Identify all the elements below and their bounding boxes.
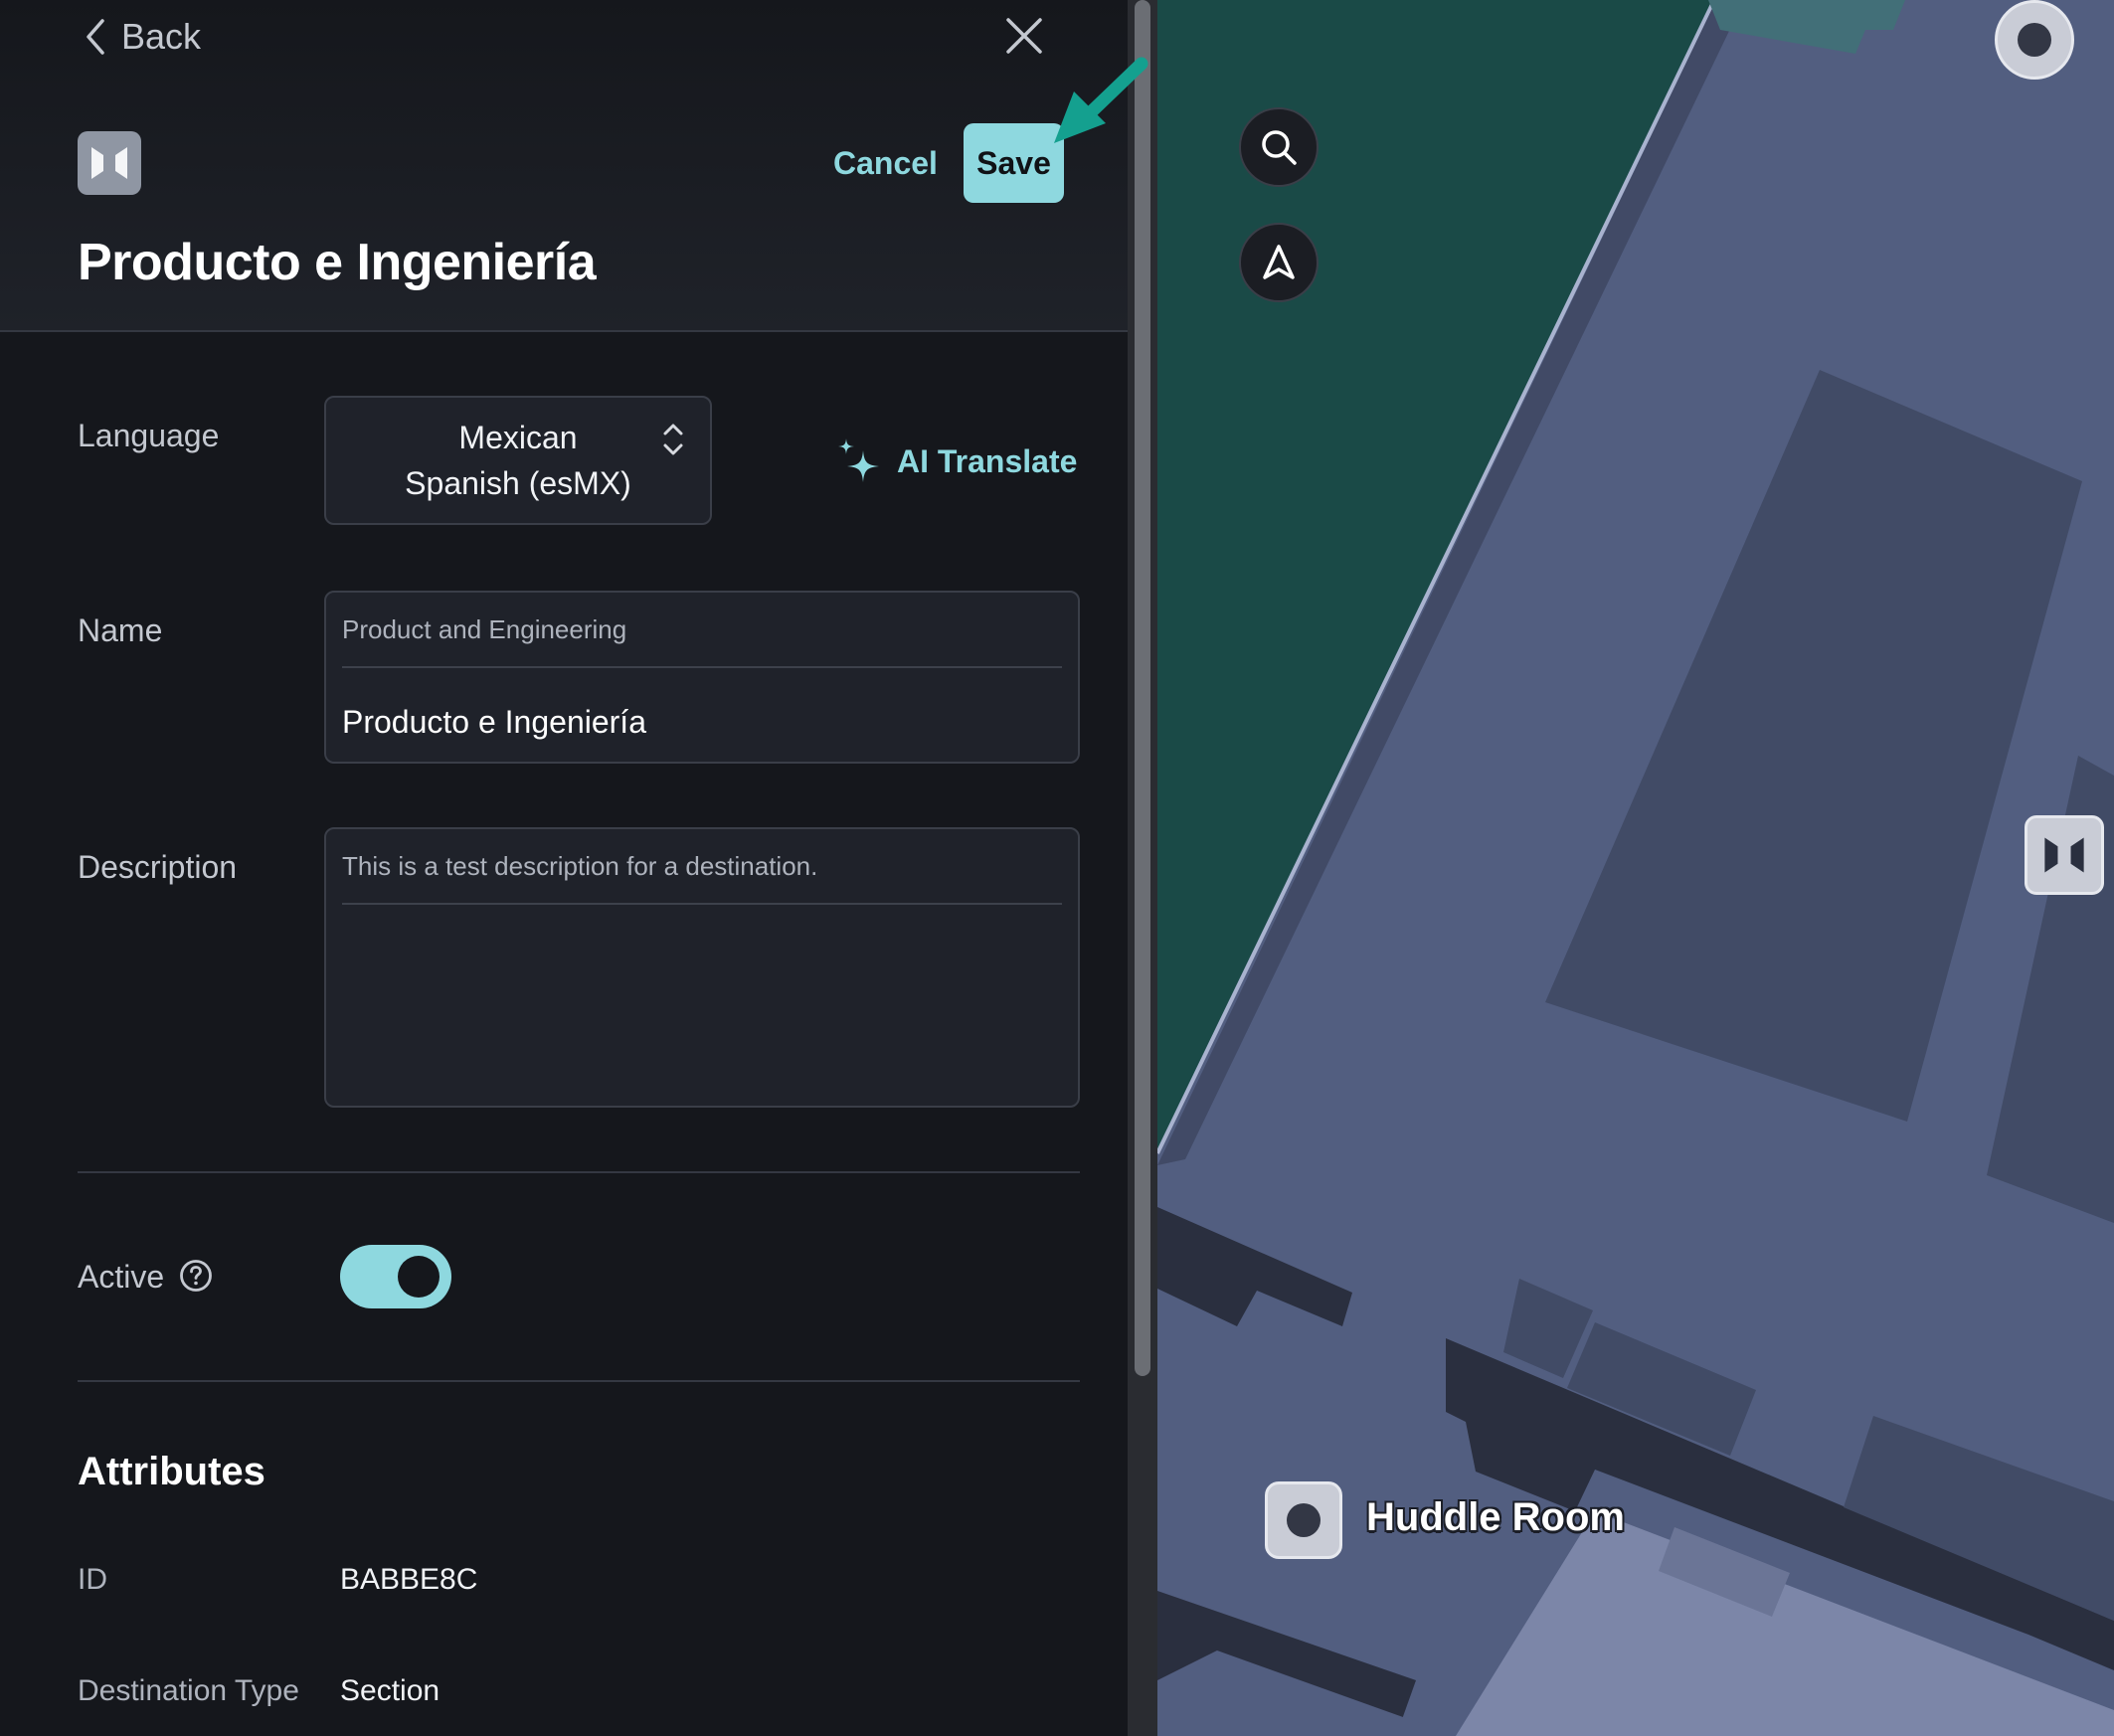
question-circle-icon[interactable] [179, 1259, 213, 1293]
chevron-up-down-icon [663, 424, 683, 455]
back-label: Back [121, 16, 202, 57]
name-field: Product and Engineering Producto e Ingen… [324, 591, 1080, 764]
name-input[interactable]: Producto e Ingeniería [342, 704, 1062, 741]
pin-dot [1287, 1503, 1321, 1537]
language-select[interactable]: Mexican Spanish (esMX) [324, 396, 712, 525]
mappedin-logo-icon [78, 131, 141, 195]
description-reference-text: This is a test description for a destina… [342, 829, 1062, 905]
chevron-left-icon [87, 19, 104, 55]
toggle-knob [398, 1256, 440, 1298]
name-label: Name [78, 612, 163, 648]
scrollbar-thumb[interactable] [1135, 0, 1150, 1376]
section-divider [78, 1380, 1080, 1382]
ai-translate-button[interactable]: AI Translate [835, 434, 1077, 489]
name-reference-text: Product and Engineering [342, 593, 1062, 668]
active-toggle[interactable] [340, 1245, 451, 1308]
attribute-key: ID [78, 1563, 107, 1596]
search-icon [1262, 130, 1297, 165]
panel-resize-bar[interactable] [1128, 0, 1157, 1736]
language-label: Language [78, 418, 220, 453]
attributes-heading: Attributes [78, 1450, 265, 1493]
pin-dot [2018, 23, 2051, 57]
navigation-arrow-icon [1263, 245, 1295, 279]
map-view[interactable] [1157, 0, 2114, 1736]
huddle-room-pin[interactable] [1265, 1481, 1342, 1559]
ai-translate-label: AI Translate [897, 442, 1078, 479]
destination-editor-panel: Back Cancel Save Producto e Ingeniería L… [0, 0, 1128, 1736]
sparkle-icon [838, 438, 879, 482]
description-textarea[interactable] [342, 919, 1062, 1090]
cancel-button[interactable]: Cancel [821, 135, 950, 191]
back-button[interactable]: Back [84, 12, 201, 62]
map-search-button[interactable] [1239, 107, 1319, 187]
map-pin-top[interactable] [1995, 0, 2074, 80]
description-label: Description [78, 849, 238, 885]
huddle-room-label: Huddle Room [1366, 1495, 1625, 1539]
panel-header: Back Cancel Save Producto e Ingeniería [0, 0, 1128, 332]
map-logo-marker[interactable] [2025, 815, 2104, 895]
attribute-key: Destination Type [78, 1674, 299, 1707]
attribute-value: Section [340, 1674, 440, 1707]
language-select-value: Mexican Spanish (esMX) [405, 420, 631, 501]
active-label: Active [78, 1259, 165, 1295]
annotation-arrow [1054, 57, 1148, 143]
mappedin-logo-icon [2044, 837, 2084, 873]
section-divider [78, 1171, 1080, 1173]
page-title: Producto e Ingeniería [78, 234, 597, 291]
description-field: This is a test description for a destina… [324, 827, 1080, 1108]
attribute-value: BABBE8C [340, 1563, 478, 1596]
map-navigate-button[interactable] [1239, 223, 1319, 302]
